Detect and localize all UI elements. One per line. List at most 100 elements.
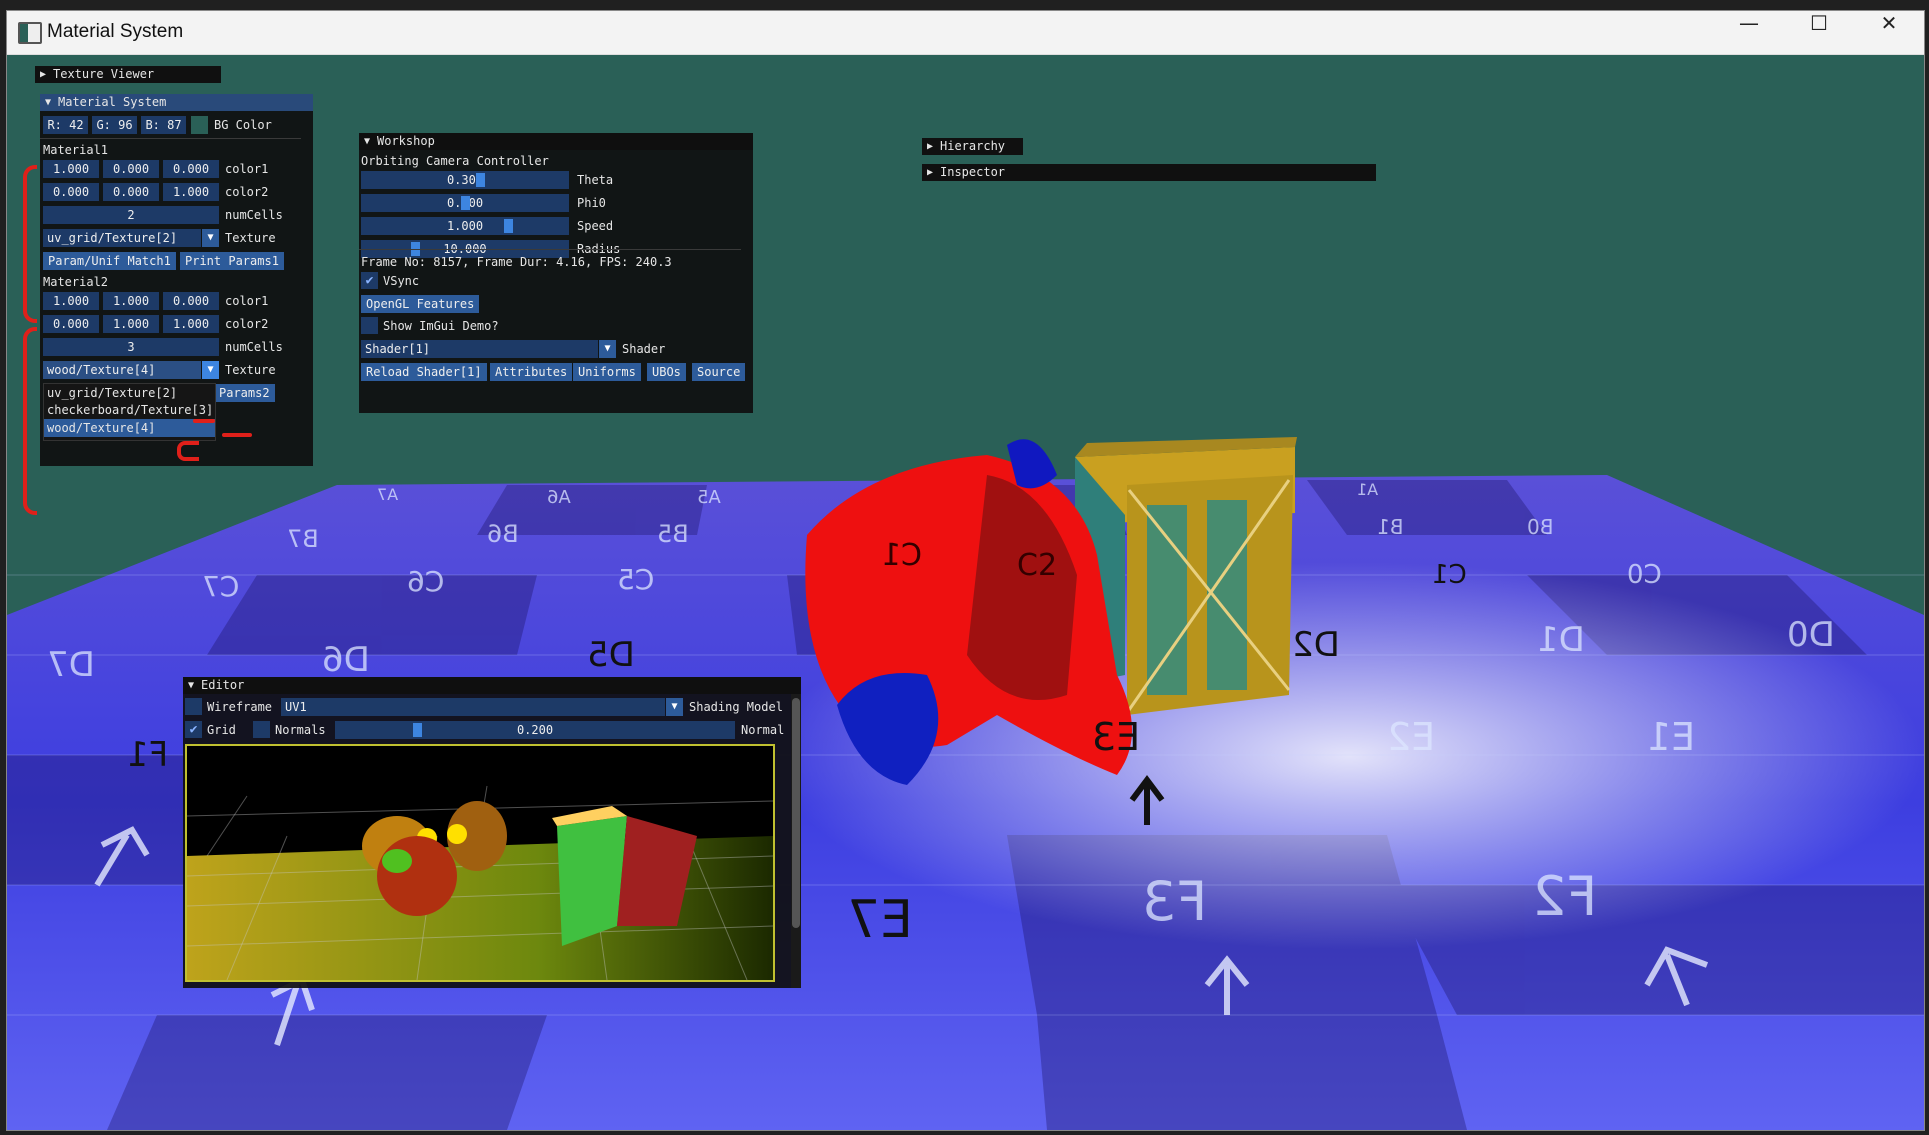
m2-color1-g[interactable]: 1.000: [103, 292, 159, 310]
editor-header[interactable]: ▼ Editor: [183, 677, 801, 694]
close-icon[interactable]: ✕: [1854, 11, 1924, 54]
m2-numcells-field[interactable]: 3: [43, 338, 219, 356]
m1-color2-b[interactable]: 1.000: [163, 183, 219, 201]
hierarchy-title: Hierarchy: [940, 139, 1006, 153]
bg-color-swatch[interactable]: [191, 116, 208, 134]
material1-title: Material1: [43, 143, 109, 157]
grid-checkbox[interactable]: ✔: [185, 721, 202, 738]
inspector-header[interactable]: ▶ Inspector: [922, 164, 1376, 181]
slider-grab[interactable]: [504, 219, 513, 233]
editor-scrollbar[interactable]: [791, 694, 801, 988]
maximize-icon[interactable]: ☐: [1784, 11, 1854, 54]
bg-r-field[interactable]: R: 42: [43, 116, 88, 134]
floor-label: A1: [1357, 480, 1379, 499]
app-icon: [18, 22, 42, 44]
workshop-panel[interactable]: ▼ Workshop Orbiting Camera Controller 0.3…: [359, 133, 753, 413]
material-system-header[interactable]: ▼ Material System: [40, 94, 313, 111]
wireframe-checkbox[interactable]: [185, 698, 202, 715]
attributes-button[interactable]: Attributes: [490, 363, 573, 381]
floor-label: D1: [1537, 620, 1585, 660]
m2-color2-g[interactable]: 1.000: [103, 315, 159, 333]
floor-label: E2: [1387, 715, 1436, 759]
editor-panel[interactable]: ▼ Editor Wireframe UV1 ▼ Shading Model ✔ …: [183, 677, 801, 988]
shading-model-label: Shading Model: [689, 700, 783, 714]
source-button[interactable]: Source: [692, 363, 746, 381]
annotation-arrow: [177, 441, 199, 461]
floor-label: A5: [697, 487, 721, 508]
reload-shader-button[interactable]: Reload Shader[1]: [361, 363, 487, 381]
texture-viewer-header[interactable]: ▶ Texture Viewer: [35, 66, 221, 83]
texture-viewer-title: Texture Viewer: [53, 67, 155, 81]
dropdown-option[interactable]: checkerboard/Texture[3]: [47, 401, 213, 419]
floor-label: D5: [587, 635, 635, 675]
dropdown-option[interactable]: uv_grid/Texture[2]: [47, 384, 177, 402]
normal-length-slider[interactable]: 0.200: [335, 721, 735, 739]
dropdown-option-selected[interactable]: wood/Texture[4]: [44, 419, 215, 437]
material-system-panel[interactable]: ▼ Material System R: 42 G: 96 B: 87 BG Co…: [40, 94, 313, 470]
imgui-demo-checkbox[interactable]: [361, 317, 378, 334]
chevron-down-icon[interactable]: ▼: [202, 361, 219, 379]
inspector-panel[interactable]: ▶ Inspector: [922, 164, 1376, 181]
m1-color1-label: color1: [225, 162, 269, 176]
m2-color1-label: color1: [225, 294, 269, 308]
hierarchy-header[interactable]: ▶ Hierarchy: [922, 138, 1023, 155]
shader-select[interactable]: Shader[1]: [361, 340, 598, 358]
hierarchy-panel[interactable]: ▶ Hierarchy: [922, 138, 1023, 155]
floor-label: A6: [547, 487, 571, 508]
m1-color1-g[interactable]: 0.000: [103, 160, 159, 178]
m2-numcells-label: numCells: [225, 340, 283, 354]
param-unif-match1-button[interactable]: Param/Unif Match1: [43, 252, 176, 270]
slider-grab[interactable]: [413, 723, 422, 737]
uv-select[interactable]: UV1: [281, 698, 665, 716]
slider-theta[interactable]: 0.300: [361, 171, 569, 189]
chevron-down-icon[interactable]: ▼: [202, 229, 219, 247]
m1-color2-r[interactable]: 0.000: [43, 183, 99, 201]
separator: [40, 138, 301, 139]
texture-dropdown-list[interactable]: uv_grid/Texture[2] checkerboard/Texture[…: [43, 383, 216, 441]
editor-render: [187, 785, 773, 980]
m2-color1-b[interactable]: 0.000: [163, 292, 219, 310]
chevron-down-icon[interactable]: ▼: [599, 340, 616, 358]
scrollbar-thumb[interactable]: [792, 698, 800, 928]
ubos-button[interactable]: UBOs: [647, 363, 686, 381]
m1-numcells-field[interactable]: 2: [43, 206, 219, 224]
print-params1-button[interactable]: Print Params1: [180, 252, 284, 270]
floor-label: B5: [657, 520, 689, 548]
params2-button[interactable]: Params2: [214, 384, 275, 402]
m2-texture-select[interactable]: wood/Texture[4]: [43, 361, 201, 379]
slider-label: Theta: [577, 173, 614, 187]
minimize-icon[interactable]: —: [1714, 11, 1784, 54]
floor-label: C5: [617, 563, 655, 596]
m2-color2-b[interactable]: 1.000: [163, 315, 219, 333]
m2-color1-r[interactable]: 1.000: [43, 292, 99, 310]
normals-checkbox[interactable]: [253, 721, 270, 738]
m1-color1-r[interactable]: 1.000: [43, 160, 99, 178]
material2-title: Material2: [43, 275, 109, 289]
opengl-features-button[interactable]: OpenGL Features: [361, 295, 480, 313]
texture-viewer-panel[interactable]: ▶ Texture Viewer: [35, 66, 221, 83]
material-system-title: Material System: [58, 95, 167, 109]
separator: [359, 249, 741, 250]
slider-grab[interactable]: [461, 196, 470, 210]
collapse-arrow-icon: ▼: [45, 97, 52, 108]
bg-b-field[interactable]: B: 87: [141, 116, 186, 134]
vsync-checkbox[interactable]: ✔: [361, 272, 378, 289]
floor-label: C0: [1627, 560, 1662, 590]
editor-viewport[interactable]: [185, 744, 775, 982]
annotation-arrow: [193, 419, 215, 423]
chevron-down-icon[interactable]: ▼: [666, 698, 683, 716]
uniforms-button[interactable]: Uniforms: [573, 363, 641, 381]
slider-phi0[interactable]: 0.000: [361, 194, 569, 212]
m1-color2-g[interactable]: 0.000: [103, 183, 159, 201]
viewport-3d[interactable]: C1 C2 A7 A6 A5 B7 B6 B5 C7 C6 C5 D7 D6 D…: [7, 55, 1924, 1130]
workshop-header[interactable]: ▼ Workshop: [359, 133, 753, 150]
m1-texture-select[interactable]: uv_grid/Texture[2]: [43, 229, 201, 247]
slider-grab[interactable]: [476, 173, 485, 187]
bg-g-field[interactable]: G: 96: [92, 116, 137, 134]
floor-label: D0: [1787, 615, 1835, 655]
floor-label: C1: [1432, 560, 1467, 590]
m1-color1-b[interactable]: 0.000: [163, 160, 219, 178]
slider-speed[interactable]: 1.000: [361, 217, 569, 235]
floor-label: B1: [1377, 515, 1404, 539]
m2-color2-r[interactable]: 0.000: [43, 315, 99, 333]
